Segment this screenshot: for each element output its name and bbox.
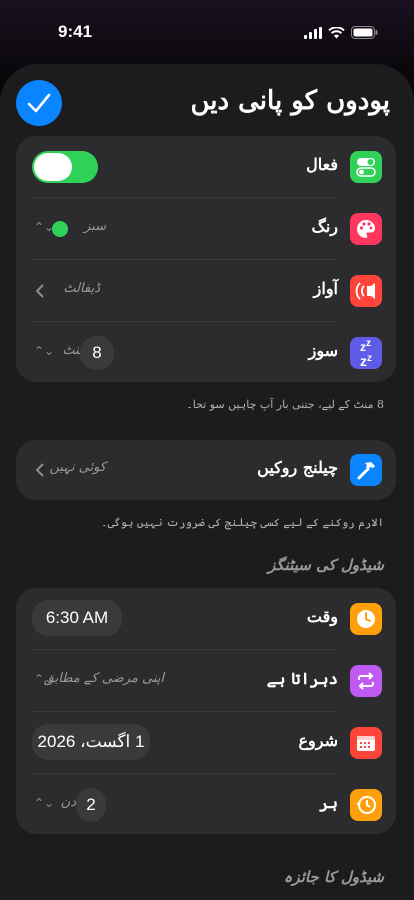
challenge-card[interactable]: چیلنج روکیں کوئی نہیں <box>16 440 396 500</box>
palette-icon <box>350 213 382 245</box>
chevron-left-icon <box>36 463 44 477</box>
schedule-section-title: شیڈول کی سیٹنگز <box>268 556 384 574</box>
zzz-icon: zz zz <box>350 337 382 369</box>
repeat-icon <box>350 665 382 697</box>
battery-icon <box>351 26 378 39</box>
speaker-wave-icon <box>350 275 382 307</box>
start-row: شروع 1 اگست، 2026 <box>16 712 396 774</box>
color-label: رنگ <box>311 217 339 236</box>
active-toggle[interactable] <box>32 151 98 183</box>
active-label: فعال <box>306 155 338 174</box>
calendar-icon <box>350 727 382 759</box>
every-days-stepper[interactable]: 2 <box>76 788 106 822</box>
review-section-title: شیڈول کا جائزہ <box>283 868 384 886</box>
snooze-label: سوز <box>308 341 338 360</box>
color-dot <box>52 221 68 237</box>
done-button[interactable] <box>16 80 62 126</box>
sound-label: آواز <box>313 279 338 298</box>
time-row: وقت 6:30 AM <box>16 588 396 650</box>
repeat-label: دہراتا ہے <box>266 669 338 688</box>
every-unit: دن <box>60 795 76 810</box>
updown-chevron-icon: ⌃⌄ <box>34 344 55 358</box>
time-picker[interactable]: 6:30 AM <box>32 600 122 636</box>
repeat-value: اپنی مرضی کے مطابق <box>43 671 164 686</box>
alarm-settings-card: فعال رنگ ⌃⌄ سبز آواز ڈیفالٹ zz zz سوز ⌃⌄ … <box>16 136 396 382</box>
every-row: ہر ⌃⌄ دن 2 <box>16 774 396 836</box>
color-row[interactable]: رنگ ⌃⌄ سبز <box>16 198 396 260</box>
checkmark-icon <box>27 93 51 113</box>
chevron-left-icon <box>36 284 44 298</box>
snooze-minutes-stepper[interactable]: 8 <box>80 336 114 370</box>
wifi-icon <box>328 26 345 38</box>
hammer-icon <box>350 454 382 486</box>
snooze-row: zz zz سوز ⌃⌄ منٹ 8 <box>16 322 396 384</box>
clock-icon <box>350 603 382 635</box>
start-date-picker[interactable]: 1 اگست، 2026 <box>32 724 150 760</box>
every-label: ہر <box>319 793 338 812</box>
history-clock-icon <box>350 789 382 821</box>
challenge-value: کوئی نہیں <box>49 460 106 475</box>
challenge-footer: الارم روکنے کے لیے کسی چیلنج کی ضرورت نہ… <box>101 516 384 529</box>
status-bar: 9:41 <box>0 0 414 64</box>
color-value: سبز <box>84 219 106 234</box>
page-title: پودوں کو پانی دیں <box>190 86 390 116</box>
sound-value: ڈیفالٹ <box>63 281 100 296</box>
status-icons <box>304 26 378 39</box>
toggle-knob <box>34 153 72 181</box>
snooze-footer: 8 منٹ کے لیے، جتنی بار آپ چاہیں سو تحا۔ <box>186 398 384 411</box>
challenge-label: چیلنج روکیں <box>257 458 338 477</box>
schedule-card: وقت 6:30 AM دہراتا ہے ⌃⌄ اپنی مرضی کے مط… <box>16 588 396 834</box>
repeat-row[interactable]: دہراتا ہے ⌃⌄ اپنی مرضی کے مطابق <box>16 650 396 712</box>
time-label: وقت <box>306 607 338 626</box>
active-row: فعال <box>16 136 396 198</box>
sound-row[interactable]: آواز ڈیفالٹ <box>16 260 396 322</box>
status-time: 9:41 <box>58 22 93 41</box>
start-label: شروع <box>298 731 338 750</box>
signal-icon <box>304 26 322 39</box>
toggles-icon <box>350 151 382 183</box>
updown-chevron-icon: ⌃⌄ <box>34 796 55 810</box>
